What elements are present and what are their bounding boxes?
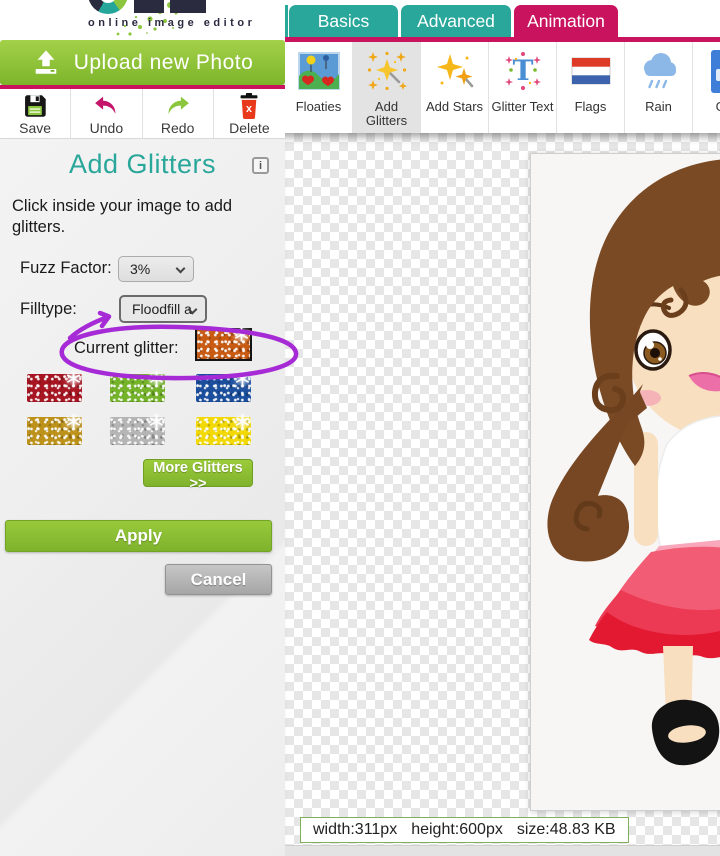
tool-label: Floaties — [296, 100, 342, 119]
filltype-select[interactable]: Floodfill a — [119, 295, 207, 323]
status-height: height:600px — [411, 821, 503, 839]
svg-text:x: x — [246, 103, 252, 115]
fuzz-factor-value: 3% — [130, 261, 150, 277]
online-image-editor-app: online image editor Upload new Photo — [0, 0, 720, 856]
tool-label: Rain — [645, 100, 672, 119]
undo-icon — [93, 93, 119, 119]
status-width: width:311px — [313, 821, 397, 839]
tool-label: Glitter Text — [492, 100, 554, 119]
tool-gif[interactable]: GIF — [693, 42, 720, 133]
chevron-down-icon — [176, 264, 186, 274]
girl-clipart-image — [531, 154, 720, 810]
redo-icon — [165, 93, 191, 119]
more-glitters-button[interactable]: More Glitters >> — [143, 459, 253, 487]
tab-bar: Basics Advanced Animation — [285, 0, 720, 42]
glitter-swatch-blue[interactable] — [196, 374, 251, 402]
status-bar: width:311px height:600px size:48.83 KB — [300, 817, 629, 843]
add-stars-icon — [434, 42, 476, 100]
tool-label: Flags — [575, 100, 607, 119]
info-icon[interactable]: i — [252, 157, 269, 174]
filltype-label: Filltype: — [20, 300, 77, 319]
logo-tagline: online image editor — [88, 17, 255, 29]
panel-title: Add Glitters — [0, 149, 285, 180]
delete-button[interactable]: x Delete — [214, 89, 285, 138]
tab-label: Advanced — [417, 11, 495, 32]
floaties-icon — [298, 42, 340, 100]
tool-ribbon: Floaties Add Glitter — [285, 42, 720, 133]
glitter-swatch-green[interactable] — [110, 374, 165, 402]
tool-add-stars[interactable]: Add Stars — [421, 42, 489, 133]
upload-label: Upload new Photo — [74, 51, 254, 75]
apply-button[interactable]: Apply — [5, 520, 272, 552]
logo-letters — [88, 0, 206, 14]
save-button[interactable]: Save — [0, 89, 71, 138]
glitter-swatch-silver[interactable] — [110, 417, 165, 445]
filltype-value: Floodfill a — [132, 301, 192, 317]
rain-icon — [637, 42, 681, 100]
edit-toolbar: Save Undo Redo x — [0, 89, 285, 139]
tool-label: Add Stars — [426, 100, 483, 119]
glitter-swatch-red[interactable] — [27, 374, 82, 402]
undo-label: Undo — [90, 120, 123, 136]
editor-main: Basics Advanced Animation Floaties — [285, 0, 720, 856]
tool-flags[interactable]: Flags — [557, 42, 625, 133]
tool-label: Add Glitters — [353, 100, 420, 133]
redo-label: Redo — [161, 120, 194, 136]
tab-clipped[interactable] — [285, 5, 288, 37]
glitter-swatch-yellow[interactable] — [196, 417, 251, 445]
fuzz-factor-label: Fuzz Factor: — [20, 259, 112, 278]
tab-basics[interactable]: Basics — [289, 5, 398, 37]
tool-glitter-text[interactable]: T Glitter Text — [489, 42, 557, 133]
editor-canvas[interactable]: width:311px height:600px size:48.83 KB — [285, 133, 720, 845]
current-glitter-swatch — [195, 328, 252, 361]
cancel-button[interactable]: Cancel — [165, 564, 272, 595]
bottom-strip — [285, 845, 720, 856]
save-label: Save — [19, 120, 51, 136]
flags-icon — [570, 42, 612, 100]
gif-icon — [707, 42, 720, 100]
left-panel: online image editor Upload new Photo — [0, 0, 285, 856]
redo-button[interactable]: Redo — [143, 89, 214, 138]
fuzz-factor-select[interactable]: 3% — [118, 256, 194, 282]
tab-label: Basics — [318, 11, 370, 32]
current-glitter-label: Current glitter: — [74, 339, 179, 358]
glitter-text-icon: T — [502, 42, 544, 100]
panel-instructions: Click inside your image to add glitters. — [12, 196, 264, 237]
delete-label: Delete — [229, 120, 269, 136]
status-size: size:48.83 KB — [517, 821, 616, 839]
app-logo[interactable]: online image editor — [0, 0, 285, 40]
tool-label: GIF — [716, 100, 720, 119]
image-canvas[interactable] — [530, 153, 720, 811]
delete-icon: x — [236, 93, 262, 119]
tab-animation[interactable]: Animation — [514, 5, 618, 37]
save-icon — [22, 93, 48, 119]
tool-rain[interactable]: Rain — [625, 42, 693, 133]
tool-floaties[interactable]: Floaties — [285, 42, 353, 133]
tab-label: Animation — [527, 11, 605, 32]
tool-add-glitters[interactable]: Add Glitters — [353, 42, 421, 133]
add-glitters-icon — [366, 42, 408, 100]
tab-advanced[interactable]: Advanced — [401, 5, 511, 37]
upload-new-photo-button[interactable]: Upload new Photo — [0, 40, 285, 85]
undo-button[interactable]: Undo — [71, 89, 142, 138]
glitter-swatch-gold[interactable] — [27, 417, 82, 445]
upload-icon — [32, 49, 60, 76]
